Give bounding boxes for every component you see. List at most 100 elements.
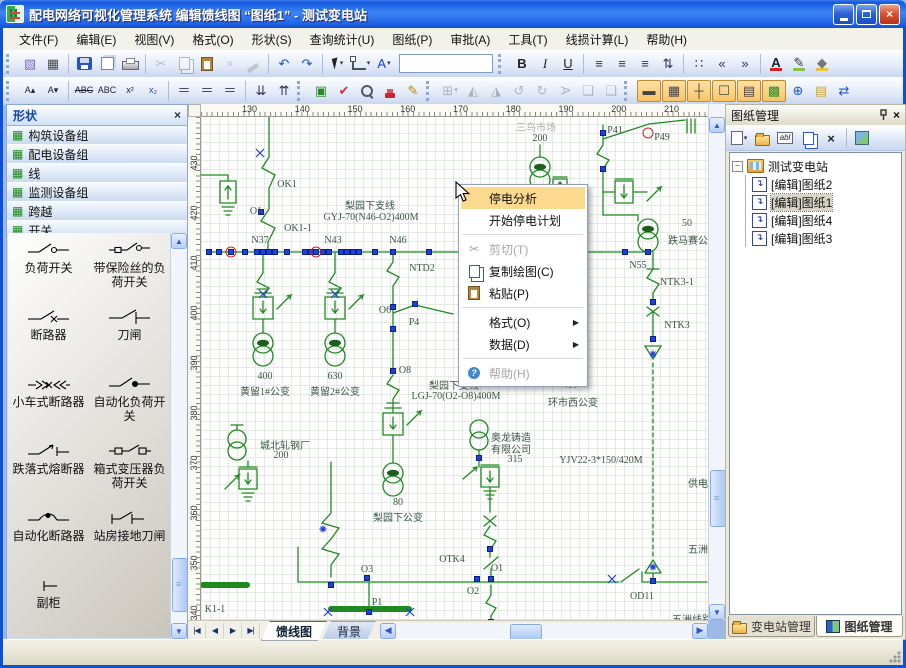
align-center-button[interactable]: ≡ (611, 54, 633, 74)
pointer-tool-button[interactable]: ▾ (327, 54, 349, 74)
sheet-nav-1[interactable]: ◀ (206, 623, 224, 639)
space-after-button[interactable]: ⇈ (273, 81, 295, 101)
drawing-canvas[interactable]: 130140150160170180190200210 430420410400… (188, 104, 708, 620)
selection-handle[interactable] (217, 250, 222, 255)
selection-handle[interactable] (303, 250, 308, 255)
line-spacing-2-button[interactable]: ＝ (196, 81, 218, 101)
copy-sheet-button[interactable] (797, 128, 819, 148)
line-spacing-1-button[interactable]: ＝ (173, 81, 195, 101)
vertical-text-button[interactable]: ⇅ (657, 54, 679, 74)
flip-vertical-button[interactable]: ◮ (485, 81, 507, 101)
sheet-tab-背景[interactable]: 背景 (322, 621, 376, 641)
menu-帮助(H)[interactable]: 帮助(H) (638, 28, 695, 51)
selection-handle[interactable] (373, 250, 378, 255)
scrollbar-thumb[interactable] (172, 558, 188, 612)
rotate-text-button[interactable]: A (554, 81, 576, 101)
context-item-剪切(T)[interactable]: ✂剪切(T) (461, 238, 585, 260)
selection-handle[interactable] (267, 250, 272, 255)
rotate-left-button[interactable]: ↺ (508, 81, 530, 101)
line-spacing-3-button[interactable]: ＝ (219, 81, 241, 101)
shape-item-ls[interactable]: 负荷开关 (8, 239, 89, 306)
canvas-scroll-right-icon[interactable]: ▶ (692, 623, 708, 639)
connector-tool-button[interactable]: ▾ (350, 54, 372, 74)
sheet-nav-0[interactable]: |◀ (188, 623, 206, 639)
context-item-粘贴(P)[interactable]: 粘贴(P) (461, 282, 585, 304)
canvas-hscroll-thumb[interactable] (510, 624, 542, 640)
toggle-pagebreak-button[interactable]: ▤ (737, 80, 761, 102)
canvas-scroll-left-icon[interactable]: ◀ (380, 623, 396, 639)
redo-button[interactable]: ↷ (296, 54, 318, 74)
menu-视图(V)[interactable]: 视图(V) (126, 28, 182, 51)
selection-handle[interactable] (345, 250, 350, 255)
selection-handle[interactable] (601, 167, 606, 172)
shapes-close-icon[interactable]: × (174, 108, 181, 122)
shape-group-跨越[interactable]: ▦跨越 (7, 202, 187, 221)
canvas-vscrollbar[interactable]: ▲ ▼ (708, 104, 725, 620)
selection-handle[interactable] (651, 337, 656, 342)
delete-sheet-button[interactable]: × (820, 128, 842, 148)
send-backward-button[interactable]: ❏ (600, 81, 622, 101)
menu-格式(O)[interactable]: 格式(O) (184, 28, 241, 51)
selection-handle[interactable] (475, 577, 480, 582)
selection-handle[interactable] (477, 456, 482, 461)
selection-handle[interactable] (489, 577, 494, 582)
flip-horizontal-button[interactable]: ◭ (462, 81, 484, 101)
diagram-view-button[interactable]: ▣ (310, 81, 332, 101)
shape-group-构筑设备组[interactable]: ▦构筑设备组 (7, 126, 187, 145)
shape-item-knife[interactable]: 刀闸 (89, 306, 170, 373)
menu-编辑(E)[interactable]: 编辑(E) (68, 28, 124, 51)
new-diagram-button[interactable]: ▧ (19, 54, 41, 74)
toggle-ruler-button[interactable]: ▬ (637, 80, 661, 102)
copy-button[interactable] (173, 54, 195, 74)
bold-button[interactable]: B (511, 54, 533, 74)
grow-font-button[interactable]: A▴ (19, 81, 41, 101)
tab-变电站管理[interactable]: 变电站管理 (728, 616, 815, 637)
canvas-hscrollbar[interactable]: ◀ ▶ (380, 623, 708, 639)
print-button[interactable] (119, 54, 141, 74)
canvas-scroll-down-icon[interactable]: ▼ (709, 604, 725, 620)
shape-item-gknife[interactable]: 站房接地刀闸 (89, 507, 170, 574)
selection-handle[interactable] (367, 610, 372, 615)
context-item-开始停电计划[interactable]: 开始停电计划 (461, 209, 585, 231)
selection-handle[interactable] (339, 250, 344, 255)
indent-button[interactable]: » (734, 54, 756, 74)
align-shapes-button[interactable]: ⊞▾ (439, 81, 461, 101)
context-item-格式(O)[interactable]: 格式(O)▶ (461, 311, 585, 333)
shapes-scrollbar[interactable]: ▲ ▼ (170, 233, 187, 639)
selection-handle[interactable] (391, 327, 396, 332)
undo-button[interactable]: ↶ (273, 54, 295, 74)
delete-button[interactable]: × (219, 54, 241, 74)
selection-handle[interactable] (427, 250, 432, 255)
context-item-复制绘图(C)[interactable]: 复制绘图(C) (461, 260, 585, 282)
paste-button[interactable] (196, 54, 218, 74)
open-sheet-button[interactable] (751, 128, 773, 148)
selection-handle[interactable] (255, 250, 260, 255)
close-button[interactable]: × (879, 4, 900, 25)
selection-handle[interactable] (329, 583, 334, 588)
shape-item-als[interactable]: 自动化负荷开关 (89, 373, 170, 440)
toggle-grid-button[interactable]: ▦ (662, 80, 686, 102)
shape-item-boxfuse[interactable]: 箱式变压器负荷开关 (89, 440, 170, 507)
font-combo[interactable] (399, 54, 493, 73)
outdent-button[interactable]: « (711, 54, 733, 74)
selection-handle[interactable] (391, 369, 396, 374)
tab-图纸管理[interactable]: 图纸管理 (816, 616, 903, 637)
selection-handle[interactable] (327, 250, 332, 255)
sheet-settings-button[interactable] (851, 128, 873, 148)
context-item-帮助(H)[interactable]: ?帮助(H) (461, 362, 585, 384)
context-item-停电分析[interactable]: 停电分析 (461, 187, 585, 209)
bullets-button[interactable]: ∷ (688, 54, 710, 74)
minimize-button[interactable] (833, 4, 854, 25)
highlight-color-button[interactable]: ✎ (788, 54, 810, 74)
font-color-button[interactable]: A (765, 54, 787, 74)
selection-handle[interactable] (314, 250, 319, 255)
selection-handle[interactable] (623, 250, 628, 255)
shape-item-fls[interactable]: 带保险丝的负荷开关 (89, 239, 170, 306)
menu-工具(T)[interactable]: 工具(T) (500, 28, 555, 51)
canvas-scroll-up-icon[interactable]: ▲ (709, 117, 725, 133)
toggle-selection-button[interactable]: ☐ (712, 80, 736, 102)
shape-group-监测设备组[interactable]: ▦监测设备组 (7, 183, 187, 202)
underline-button[interactable]: U (557, 54, 579, 74)
bring-forward-button[interactable]: ❏ (577, 81, 599, 101)
properties-button[interactable]: ▤ (810, 81, 832, 101)
